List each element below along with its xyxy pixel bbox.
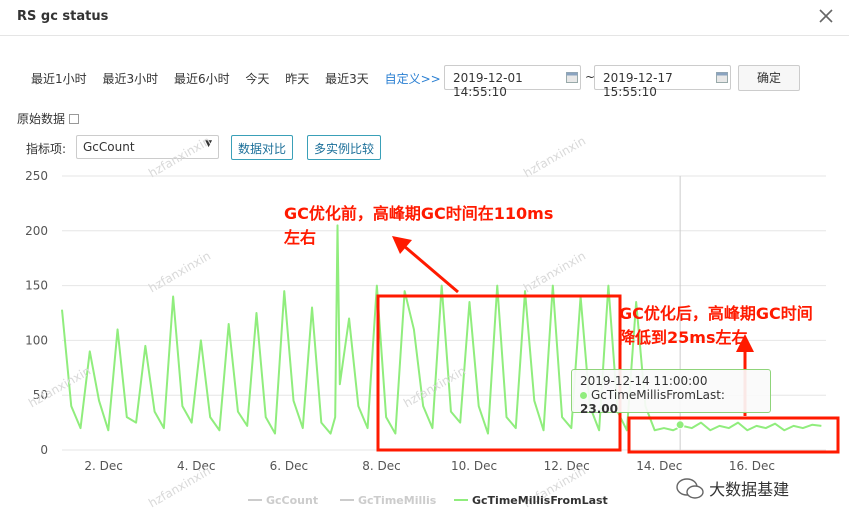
y-tick-label: 100 — [25, 333, 48, 347]
calendar-icon[interactable] — [716, 71, 728, 83]
raw-data-toggle[interactable]: 原始数据 — [17, 110, 80, 127]
range-last-1h[interactable]: 最近1小时 — [31, 72, 87, 86]
y-tick-label: 150 — [25, 279, 48, 293]
chart-tooltip: 2019-12-14 11:00:00 GcTimeMillisFromLast… — [571, 369, 771, 416]
x-tick-label: 10. Dec — [451, 459, 497, 473]
dialog-title: RS gc status — [17, 9, 109, 24]
highlight-box-after — [627, 416, 840, 454]
legend-item-gctimemillis[interactable]: GcTimeMillis — [340, 494, 436, 507]
tooltip-time: 2019-12-14 11:00:00 — [580, 374, 708, 388]
multi-instance-compare-button[interactable]: 多实例比较 — [307, 135, 382, 160]
wechat-account-badge: 大数据基建 — [676, 476, 789, 500]
range-last-3d[interactable]: 最近3天 — [325, 72, 369, 86]
y-tick-label: 0 — [40, 443, 48, 457]
hover-point — [675, 420, 685, 430]
metric-select-value: GcCount — [83, 140, 135, 154]
x-tick-label: 6. Dec — [270, 459, 308, 473]
wechat-icon — [676, 478, 704, 499]
confirm-button[interactable]: 确定 — [738, 65, 800, 91]
x-tick-label: 8. Dec — [362, 459, 400, 473]
legend-item-gctimemillisfromlast[interactable]: GcTimeMillisFromLast — [454, 494, 608, 507]
start-date-input[interactable]: 2019-12-01 14:55:10 — [444, 65, 581, 99]
range-today[interactable]: 今天 — [245, 72, 269, 86]
compare-data-button[interactable]: 数据对比 — [231, 135, 294, 160]
wechat-account-name: 大数据基建 — [709, 480, 790, 499]
y-tick-label: 250 — [25, 169, 48, 183]
x-tick-label: 14. Dec — [636, 459, 682, 473]
time-range-bar: 最近1小时 最近3小时 最近6小时 今天 昨天 最近3天 自定义>> — [31, 70, 453, 87]
calendar-icon[interactable] — [566, 71, 578, 83]
tooltip-series-row: GcTimeMillisFromLast: 23.00 — [580, 388, 762, 416]
title-bar: RS gc status — [0, 0, 849, 36]
tooltip-series-name: GcTimeMillisFromLast: — [591, 388, 725, 402]
range-custom-link[interactable]: 自定义>> — [385, 72, 441, 86]
annotation-after: GC优化后，高峰期GC时间 降低到25ms左右 — [619, 304, 813, 347]
end-date-input[interactable]: 2019-12-17 15:55:10 — [594, 65, 731, 99]
range-last-3h[interactable]: 最近3小时 — [102, 72, 158, 86]
range-last-6h[interactable]: 最近6小时 — [174, 72, 230, 86]
dialog-window: RS gc status 最近1小时 最近3小时 最近6小时 今天 昨天 最近3… — [0, 0, 849, 524]
x-tick-label: 2. Dec — [84, 459, 122, 473]
y-tick-label: 200 — [25, 224, 48, 238]
annotation-before: GC优化前，高峰期GC时间在110ms 左右 — [284, 204, 554, 247]
x-tick-label: 16. Dec — [729, 459, 775, 473]
range-yesterday[interactable]: 昨天 — [285, 72, 309, 86]
raw-data-label: 原始数据 — [17, 112, 66, 126]
metric-label: 指标项: — [26, 142, 67, 156]
series-dot-icon — [580, 392, 587, 399]
raw-data-checkbox[interactable] — [69, 114, 80, 124]
tooltip-value: 23.00 — [580, 402, 618, 416]
close-icon[interactable] — [817, 7, 835, 25]
legend-item-gccount[interactable]: GcCount — [248, 494, 318, 507]
